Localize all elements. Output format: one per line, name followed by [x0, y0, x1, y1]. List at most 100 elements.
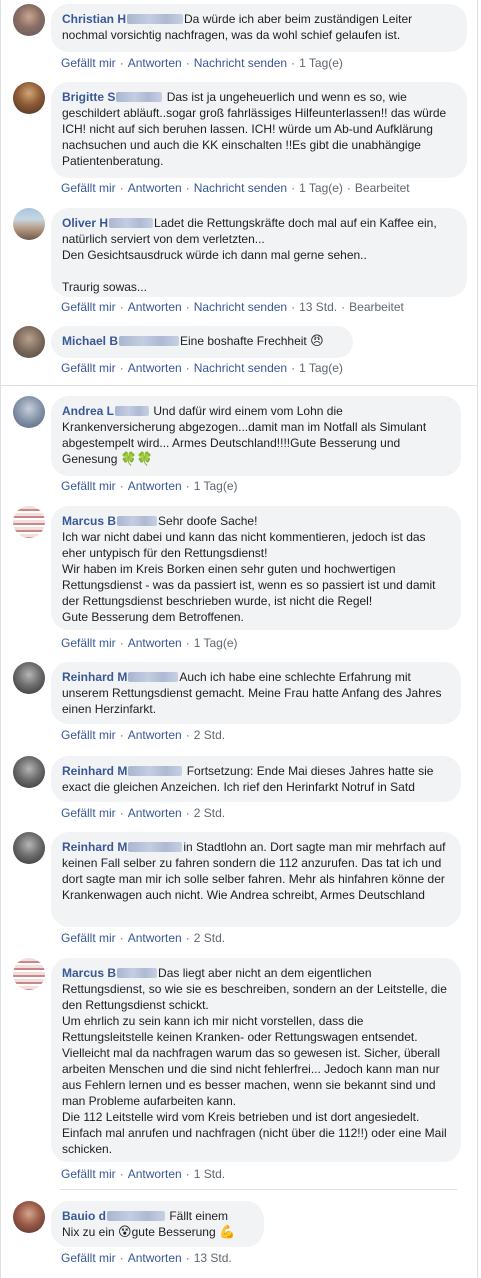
comment-actions: Gefällt mir · Antworten · 1 Std.: [61, 1167, 226, 1181]
comment-author[interactable]: Reinhard M: [62, 764, 127, 778]
edited-label[interactable]: Bearbeitet: [355, 181, 410, 195]
comment-actions: Gefällt mir · Antworten · 1 Tag(e): [61, 636, 238, 650]
divider: [60, 1189, 457, 1190]
comment-time[interactable]: 1 Tag(e): [299, 361, 343, 375]
reply-link[interactable]: Antworten: [128, 636, 182, 650]
comment-text: Das liegt aber nicht an dem eigentlichen…: [62, 966, 447, 1156]
send-message-link[interactable]: Nachricht senden: [194, 361, 287, 375]
avatar[interactable]: [13, 4, 45, 36]
comment-author[interactable]: Reinhard M: [62, 840, 127, 854]
avatar[interactable]: [13, 832, 45, 864]
comment-time[interactable]: 13 Std.: [299, 300, 337, 314]
send-message-link[interactable]: Nachricht senden: [194, 56, 287, 70]
avatar[interactable]: [13, 208, 45, 240]
comment-bubble: Michael B Eine boshafte Frechheit 😠: [51, 326, 353, 358]
comment-actions: Gefällt mir · Antworten · 13 Std.: [61, 1251, 232, 1265]
comment-author[interactable]: Andrea L: [62, 404, 114, 418]
avatar[interactable]: [13, 958, 45, 990]
angry-face-icon: 😠: [310, 334, 324, 349]
avatar[interactable]: [13, 396, 45, 428]
comment-actions: Gefällt mir · Antworten · Nachricht senden · 1…: [61, 300, 404, 314]
reply-link[interactable]: Antworten: [128, 1167, 182, 1181]
comment-author[interactable]: Christian H: [62, 12, 126, 26]
comment-bubble: Andrea L Und dafür wird einem vom Lohn d…: [51, 396, 461, 476]
reply-link[interactable]: Antworten: [128, 361, 182, 375]
comment-author[interactable]: Oliver H: [62, 216, 108, 230]
comment-text-2: gute Besserung: [131, 1225, 216, 1239]
comment-actions: Gefällt mir · Antworten · 1 Tag(e): [61, 479, 238, 493]
reply-link[interactable]: Antworten: [128, 479, 182, 493]
blurred-name: [128, 842, 183, 852]
reply-link[interactable]: Antworten: [128, 300, 182, 314]
comment-bubble: Reinhard M Auch ich habe eine schlechte E…: [51, 662, 461, 724]
comment-author[interactable]: Reinhard M: [62, 670, 127, 684]
comment-time[interactable]: 1 Tag(e): [194, 636, 238, 650]
blurred-name: [109, 218, 154, 228]
like-link[interactable]: Gefällt mir: [61, 361, 116, 375]
send-message-link[interactable]: Nachricht senden: [194, 181, 287, 195]
reply-link[interactable]: Antworten: [128, 1251, 182, 1265]
comment-time[interactable]: 2 Std.: [194, 728, 225, 742]
like-link[interactable]: Gefällt mir: [61, 300, 116, 314]
comment-time[interactable]: 1 Tag(e): [299, 56, 343, 70]
comment-author[interactable]: Marcus B: [62, 966, 116, 980]
comment-bubble: Reinhard Min Stadtlohn an. Dort sagte ma…: [51, 832, 461, 927]
avatar[interactable]: [13, 82, 45, 114]
like-link[interactable]: Gefällt mir: [61, 636, 116, 650]
blurred-name: [116, 92, 163, 102]
reply-link[interactable]: Antworten: [128, 806, 182, 820]
comment-time[interactable]: 1 Std.: [194, 1167, 225, 1181]
comment-bubble: Marcus B Das liegt aber nicht an dem eige…: [51, 958, 461, 1162]
comment-actions: Gefällt mir · Antworten · 2 Std.: [61, 728, 226, 742]
blurred-name: [128, 672, 179, 682]
comment-author[interactable]: Michael B: [62, 334, 118, 348]
dizzy-face-icon: 😵: [118, 1225, 132, 1240]
blurred-name: [115, 406, 150, 416]
comment-bubble: Brigitte S Das ist ja ungeheuerlich und …: [51, 82, 467, 178]
avatar[interactable]: [13, 1201, 45, 1233]
blurred-name: [117, 968, 158, 978]
send-message-link[interactable]: Nachricht senden: [194, 300, 287, 314]
comment-time[interactable]: 13 Std.: [194, 1251, 232, 1265]
comment-text: Sehr doofe Sache! Ich war nicht dabei un…: [62, 514, 436, 624]
comment-time[interactable]: 2 Std.: [194, 931, 225, 945]
reply-link[interactable]: Antworten: [128, 931, 182, 945]
comment-actions: Gefällt mir · Antworten · Nachricht senden · 1…: [61, 56, 343, 70]
comment-bubble: Marcus B Sehr doofe Sache! Ich war nicht …: [51, 506, 461, 630]
blurred-name: [127, 14, 184, 24]
like-link[interactable]: Gefällt mir: [61, 1167, 116, 1181]
like-link[interactable]: Gefällt mir: [61, 1251, 116, 1265]
comment-author[interactable]: Marcus B: [62, 514, 116, 528]
comment-actions: Gefällt mir · Antworten · 2 Std.: [61, 806, 226, 820]
blurred-name: [117, 516, 158, 526]
avatar[interactable]: [13, 326, 45, 358]
avatar[interactable]: [13, 506, 45, 538]
four-leaf-clover-icon: 🍀🍀: [120, 452, 154, 467]
comment-bubble: Reinhard M Fortsetzung: Ende Mai dieses …: [51, 756, 461, 802]
edited-label[interactable]: Bearbeitet: [349, 300, 404, 314]
like-link[interactable]: Gefällt mir: [61, 931, 116, 945]
comment-actions: Gefällt mir · Antworten · 2 Std.: [61, 931, 226, 945]
reply-link[interactable]: Antworten: [128, 181, 182, 195]
comment-actions: Gefällt mir · Antworten · Nachricht senden · 1…: [61, 181, 410, 195]
like-link[interactable]: Gefällt mir: [61, 806, 116, 820]
comment-time[interactable]: 1 Tag(e): [194, 479, 238, 493]
comment-text: Eine boshafte Frechheit: [180, 334, 307, 348]
comment-author[interactable]: Bauio d: [62, 1209, 106, 1223]
avatar[interactable]: [13, 662, 45, 694]
comment-bubble: Bauio d Fällt einem Nix zu ein 😵gute Bes…: [51, 1201, 264, 1247]
reply-link[interactable]: Antworten: [128, 728, 182, 742]
blurred-name: [128, 766, 183, 776]
comment-actions: Gefällt mir · Antworten · Nachricht senden · 1…: [61, 361, 343, 375]
like-link[interactable]: Gefällt mir: [61, 56, 116, 70]
like-link[interactable]: Gefällt mir: [61, 181, 116, 195]
avatar[interactable]: [13, 756, 45, 788]
reply-link[interactable]: Antworten: [128, 56, 182, 70]
comment-time[interactable]: 1 Tag(e): [299, 181, 343, 195]
comment-author[interactable]: Brigitte S: [62, 90, 115, 104]
like-link[interactable]: Gefällt mir: [61, 728, 116, 742]
comment-time[interactable]: 2 Std.: [194, 806, 225, 820]
like-link[interactable]: Gefällt mir: [61, 479, 116, 493]
blurred-name: [107, 1211, 165, 1221]
comment-bubble: Christian H Da würde ich aber beim zustän…: [51, 4, 467, 52]
